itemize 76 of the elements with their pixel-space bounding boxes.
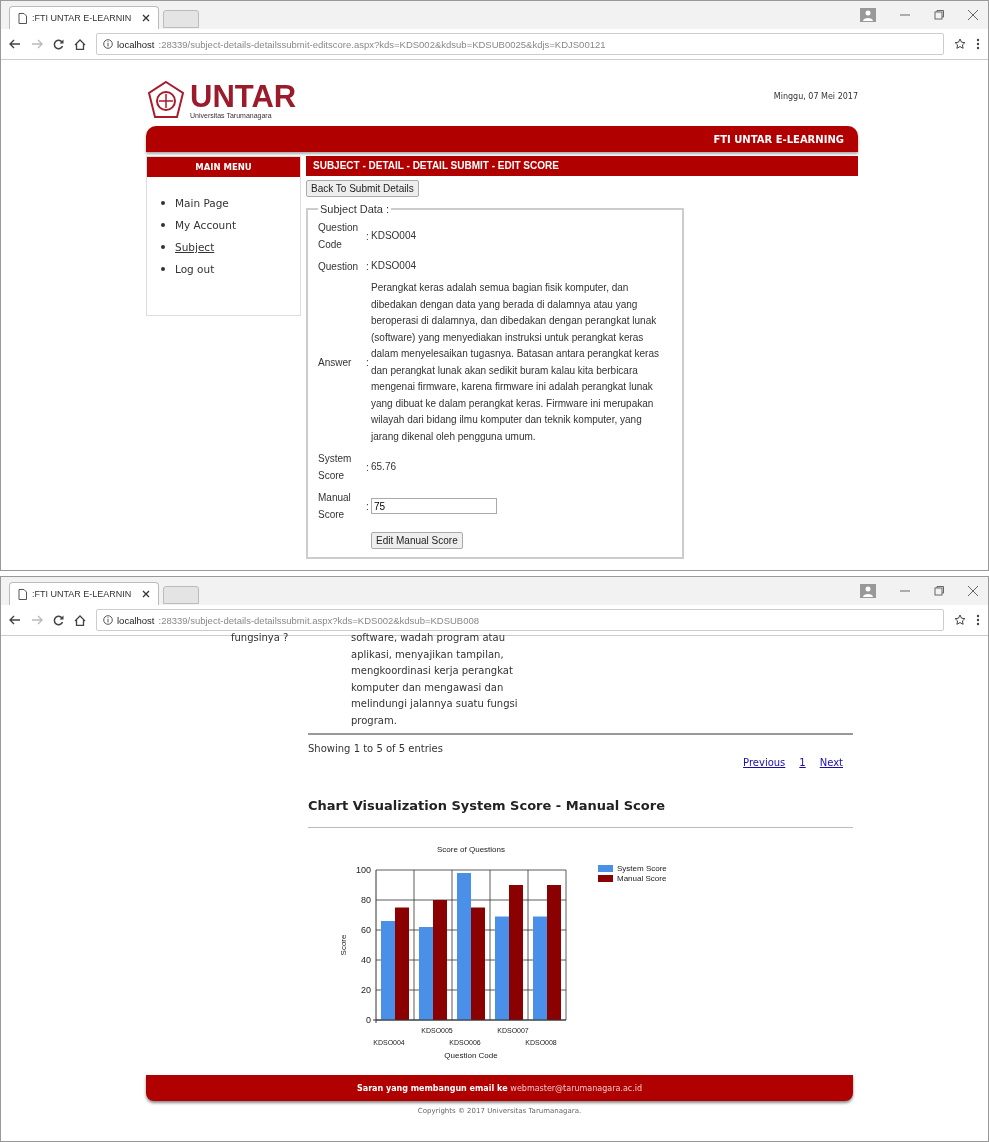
pagination-link[interactable]: 1 [799, 757, 806, 768]
bullet-icon [161, 245, 165, 249]
y-axis-label: Score [339, 934, 348, 956]
address-bar[interactable]: localhost :28339/subject-details-detailssubmit.aspx?kds=KDS002&kdsub=KDSUB008 [96, 609, 944, 631]
footer-text: Saran yang membangun email ke [356, 1083, 509, 1093]
menu-icon[interactable] [976, 38, 980, 50]
field-label: Manual Score [318, 491, 352, 522]
section-title: SUBJECT - DETAIL - DETAIL SUBMIT - EDIT SCORE [306, 156, 858, 176]
edit-score-button[interactable]: Edit Manual Score [371, 532, 463, 549]
entries-info: Showing 1 to 5 of 5 entries [308, 743, 443, 756]
y-tick-label: 80 [361, 895, 371, 905]
star-icon[interactable] [954, 614, 966, 626]
field-value: 65.76 [371, 459, 398, 474]
bullet-icon [161, 201, 165, 205]
user-icon[interactable] [860, 8, 876, 22]
x-axis-label: Question Code [444, 1051, 498, 1060]
page-icon [18, 12, 27, 24]
chart-title: Score of Questions [437, 845, 505, 854]
menu-link[interactable]: Main Page [175, 197, 229, 209]
close-icon[interactable] [142, 14, 150, 22]
field-label: Question [318, 260, 360, 274]
info-icon [103, 39, 113, 49]
y-tick-label: 20 [361, 985, 371, 995]
maximize-icon[interactable] [934, 586, 944, 596]
colon-text: : [366, 356, 370, 370]
colon-text: : [366, 499, 370, 514]
page-icon [18, 588, 27, 600]
colon-text: : [366, 460, 370, 475]
star-icon[interactable] [954, 38, 966, 50]
panel-legend: Subject Data : [318, 203, 392, 215]
y-tick-label: 100 [355, 865, 371, 875]
reload-icon[interactable] [53, 614, 64, 626]
browser-tab[interactable]: :FTI UNTAR E-LEARNIN [9, 582, 159, 605]
back-arrow-icon[interactable] [9, 615, 21, 625]
field-value: KDSO004 [371, 228, 418, 243]
maximize-icon[interactable] [934, 10, 944, 20]
back-button[interactable]: Back To Submit Details [306, 180, 419, 197]
field-label: System Score [318, 452, 353, 483]
university-emblem-icon [146, 80, 186, 120]
reload-icon[interactable] [53, 38, 64, 50]
date-text: Minggu, 07 Mei 2017 [773, 91, 858, 101]
legend-label: System Score [617, 864, 667, 873]
browser-tab[interactable]: :FTI UNTAR E-LEARNIN [9, 6, 159, 29]
field-value: KDSO004 [371, 259, 418, 274]
menu-title: MAIN MENU [147, 157, 300, 177]
y-tick-label: 40 [361, 955, 371, 965]
user-icon[interactable] [860, 584, 876, 598]
close-icon[interactable] [142, 590, 150, 598]
bullet-icon [161, 223, 165, 227]
answer-text: software, wadah program atau aplikasi, menyajikan tampilan, mengkoordinasi kerja perangkat komputer dan mengawasi dan melindungi jalannya suatu fungsi program. [350, 631, 519, 728]
bullet-icon [161, 267, 165, 271]
y-tick-label: 60 [361, 925, 371, 935]
menu-link[interactable]: My Account [175, 219, 236, 231]
y-tick-label: 0 [366, 1015, 371, 1025]
menu-link[interactable]: Log out [175, 263, 215, 275]
score-input[interactable]: 75 [371, 498, 497, 514]
colon-text: : [366, 229, 370, 244]
pagination-link[interactable]: Previous [743, 757, 786, 768]
menu-link[interactable]: Subject [175, 241, 215, 253]
legend-label: Manual Score [617, 874, 667, 883]
home-icon[interactable] [74, 38, 86, 50]
field-label: Answer [318, 356, 353, 370]
address-bar[interactable]: localhost :28339/subject-details-detailssubmit-editscore.aspx?kds=KDS002&kdsub=KDSUB0025&kdjs=KDJS00121 [96, 33, 944, 55]
colon-text: : [366, 260, 370, 274]
chart-heading: Chart Visualization System Score - Manual Score [308, 798, 853, 828]
logo-text: UNTAR [190, 81, 297, 112]
question-text: fungsinya ? [230, 631, 290, 645]
back-arrow-icon[interactable] [9, 39, 21, 49]
field-value: Perangkat keras adalah semua bagian fisik komputer, dan dibedakan dengan data yang berada di dalamnya atau yang beroperasi di dalamnya, dan dibedakan dengan perangkat lunak (software) yang menyediakan instruksi untuk perangkat keras dalam menyelesaikan tugasnya. Batasan antara perangkat keras dan perangkat lunak akan sedikit buram kalau kita berbicara mengenai firmware, karena firmware ini adalah perangkat lunak yang dibuat ke dalam perangkat keras. Firmware ini merupakan wilayah dari bidang ilmu komputer dan teknik komputer, yang jarang dikenal oleh pengguna umum. [371, 281, 660, 444]
home-icon[interactable] [74, 614, 86, 626]
email-link[interactable]: webmaster@tarumanagara.ac.id [510, 1083, 643, 1093]
info-icon [103, 615, 113, 625]
menu-icon[interactable] [976, 614, 980, 626]
site-banner: FTI UNTAR E-LEARNING [146, 126, 858, 152]
field-label: Question Code [318, 221, 360, 252]
pagination-link[interactable]: Next [819, 757, 843, 768]
